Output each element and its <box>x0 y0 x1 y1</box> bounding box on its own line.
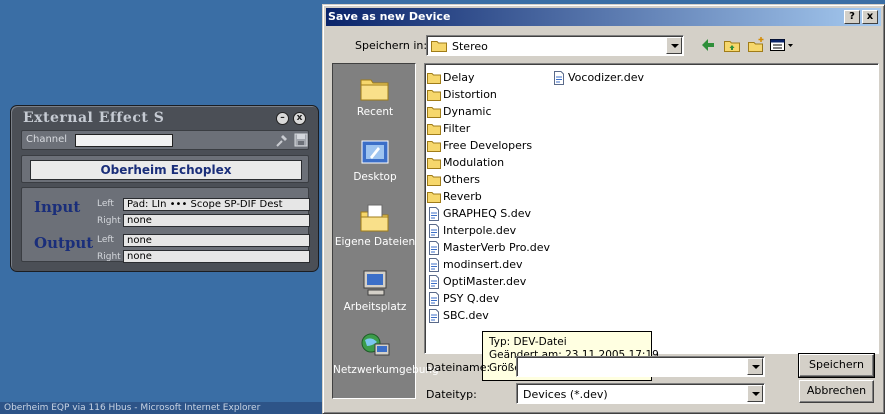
file-icon <box>429 258 439 272</box>
save-button[interactable]: Speichern <box>798 353 875 378</box>
place-recent-label: Recent <box>356 106 394 118</box>
effect-panel-title: External Effect S <box>23 110 165 126</box>
folder-icon <box>431 41 447 52</box>
item-label: Others <box>443 173 480 186</box>
effect-close-button[interactable]: x <box>293 112 306 125</box>
save-in-dropdown[interactable]: Stereo <box>426 35 684 56</box>
folder-icon <box>427 158 441 169</box>
item-label: modinsert.dev <box>443 258 523 271</box>
background-window-strip: Oberheim EQP via 116 Hbus - Microsoft In… <box>0 402 330 414</box>
views-menu-icon[interactable] <box>769 36 795 54</box>
folder-icon <box>427 192 441 203</box>
places-bar: Recent Desktop Eigene Dateien Arbeitspla… <box>332 63 439 399</box>
place-desktop-label: Desktop <box>353 171 397 183</box>
recent-folder-icon <box>360 79 389 101</box>
item-label: Interpole.dev <box>443 224 517 237</box>
file-icon <box>554 71 564 85</box>
channel-label: Channel <box>26 134 68 145</box>
folder-icon <box>427 124 441 135</box>
output-right-label: Right <box>97 252 121 262</box>
item-label: Reverb <box>443 190 482 203</box>
filename-input[interactable] <box>516 356 765 377</box>
file-icon <box>429 224 439 238</box>
output-right-field[interactable]: none <box>123 250 310 263</box>
item-label: MasterVerb Pro.dev <box>443 241 551 254</box>
effect-minimize-button[interactable]: – <box>276 112 289 125</box>
filename-chevron-down-icon[interactable] <box>747 358 763 375</box>
item-label: GRAPHEQ S.dev <box>443 207 531 220</box>
folder-icon <box>427 175 441 186</box>
save-disk-icon[interactable] <box>294 133 308 147</box>
input-left-label: Left <box>97 199 114 209</box>
network-icon <box>361 333 390 356</box>
place-recent[interactable]: Recent <box>333 72 417 118</box>
place-my-documents[interactable]: Eigene Dateien <box>333 202 417 248</box>
place-my-documents-label: Eigene Dateien <box>334 236 416 248</box>
pin-icon[interactable] <box>274 132 290 148</box>
desktop-icon <box>361 140 389 164</box>
output-left-label: Left <box>97 235 114 245</box>
place-my-computer[interactable]: Arbeitsplatz <box>333 267 417 313</box>
cancel-button[interactable]: Abbrechen <box>799 380 874 403</box>
item-label: PSY Q.dev <box>443 292 500 305</box>
input-label: Input <box>34 198 81 216</box>
place-network-label: Netzwerkumgebung <box>333 364 439 376</box>
folder-icon <box>427 90 441 101</box>
folder-icon <box>427 141 441 152</box>
item-label: Free Developers <box>443 139 533 152</box>
input-right-label: Right <box>97 216 121 226</box>
effect-name[interactable]: Oberheim Echoplex <box>30 160 302 180</box>
dialog-title-bar[interactable]: Save as new Device ? x <box>326 8 881 26</box>
folder-icon <box>427 73 441 84</box>
place-network[interactable]: Netzwerkumgebung <box>333 330 439 376</box>
input-left-field[interactable]: Pad: LIn ••• Scope SP-DIF Dest <box>123 198 310 211</box>
item-label: Filter <box>443 122 471 135</box>
channel-field[interactable] <box>75 134 173 147</box>
filetype-value: Devices (*.dev) <box>523 388 608 401</box>
item-label: Dynamic <box>443 105 492 118</box>
chevron-down-icon[interactable] <box>666 37 682 54</box>
effect-name-box: Oberheim Echoplex <box>21 155 309 183</box>
file-icon <box>429 309 439 323</box>
external-effect-panel: External Effect S – x Channel Oberheim E… <box>10 105 319 272</box>
item-label: OptiMaster.dev <box>443 275 527 288</box>
filename-label: Dateiname: <box>426 361 491 374</box>
file-icon <box>429 241 439 255</box>
input-right-field[interactable]: none <box>123 214 310 227</box>
my-documents-icon <box>360 204 389 232</box>
save-device-dialog: Save as new Device ? x Speichern in: Ste… <box>322 4 885 414</box>
io-routing-box: Input Output Left Right Left Right Pad: … <box>21 187 310 263</box>
up-folder-icon[interactable] <box>723 36 741 54</box>
filetype-dropdown[interactable]: Devices (*.dev) <box>516 383 765 404</box>
file-icon <box>429 207 439 221</box>
file-icon <box>429 275 439 289</box>
help-button[interactable]: ? <box>844 10 860 24</box>
item-label: SBC.dev <box>443 309 489 322</box>
filetype-label: Dateityp: <box>426 388 477 401</box>
save-in-label: Speichern in: <box>355 39 428 52</box>
tooltip-type: Typ: DEV-Datei <box>489 336 567 348</box>
file-list[interactable]: Delay Distortion Dynamic Filter Free Develop… <box>424 63 879 354</box>
item-label: Distortion <box>443 88 497 101</box>
new-folder-icon[interactable] <box>747 36 765 54</box>
dialog-title: Save as new Device <box>328 10 451 23</box>
dialog-close-button[interactable]: x <box>862 10 878 24</box>
folder-icon <box>427 107 441 118</box>
filetype-chevron-down-icon[interactable] <box>747 385 763 402</box>
back-arrow-icon[interactable] <box>699 36 717 54</box>
item-label: Vocodizer.dev <box>568 71 645 84</box>
output-label: Output <box>34 234 94 252</box>
item-label: Modulation <box>443 156 505 169</box>
output-left-field[interactable]: none <box>123 234 310 247</box>
place-desktop[interactable]: Desktop <box>333 137 417 183</box>
place-my-computer-label: Arbeitsplatz <box>343 301 407 313</box>
channel-row: Channel <box>21 130 309 150</box>
file-icon <box>429 292 439 306</box>
my-computer-icon <box>363 270 387 296</box>
save-in-value: Stereo <box>452 40 488 53</box>
item-label: Delay <box>443 71 475 84</box>
